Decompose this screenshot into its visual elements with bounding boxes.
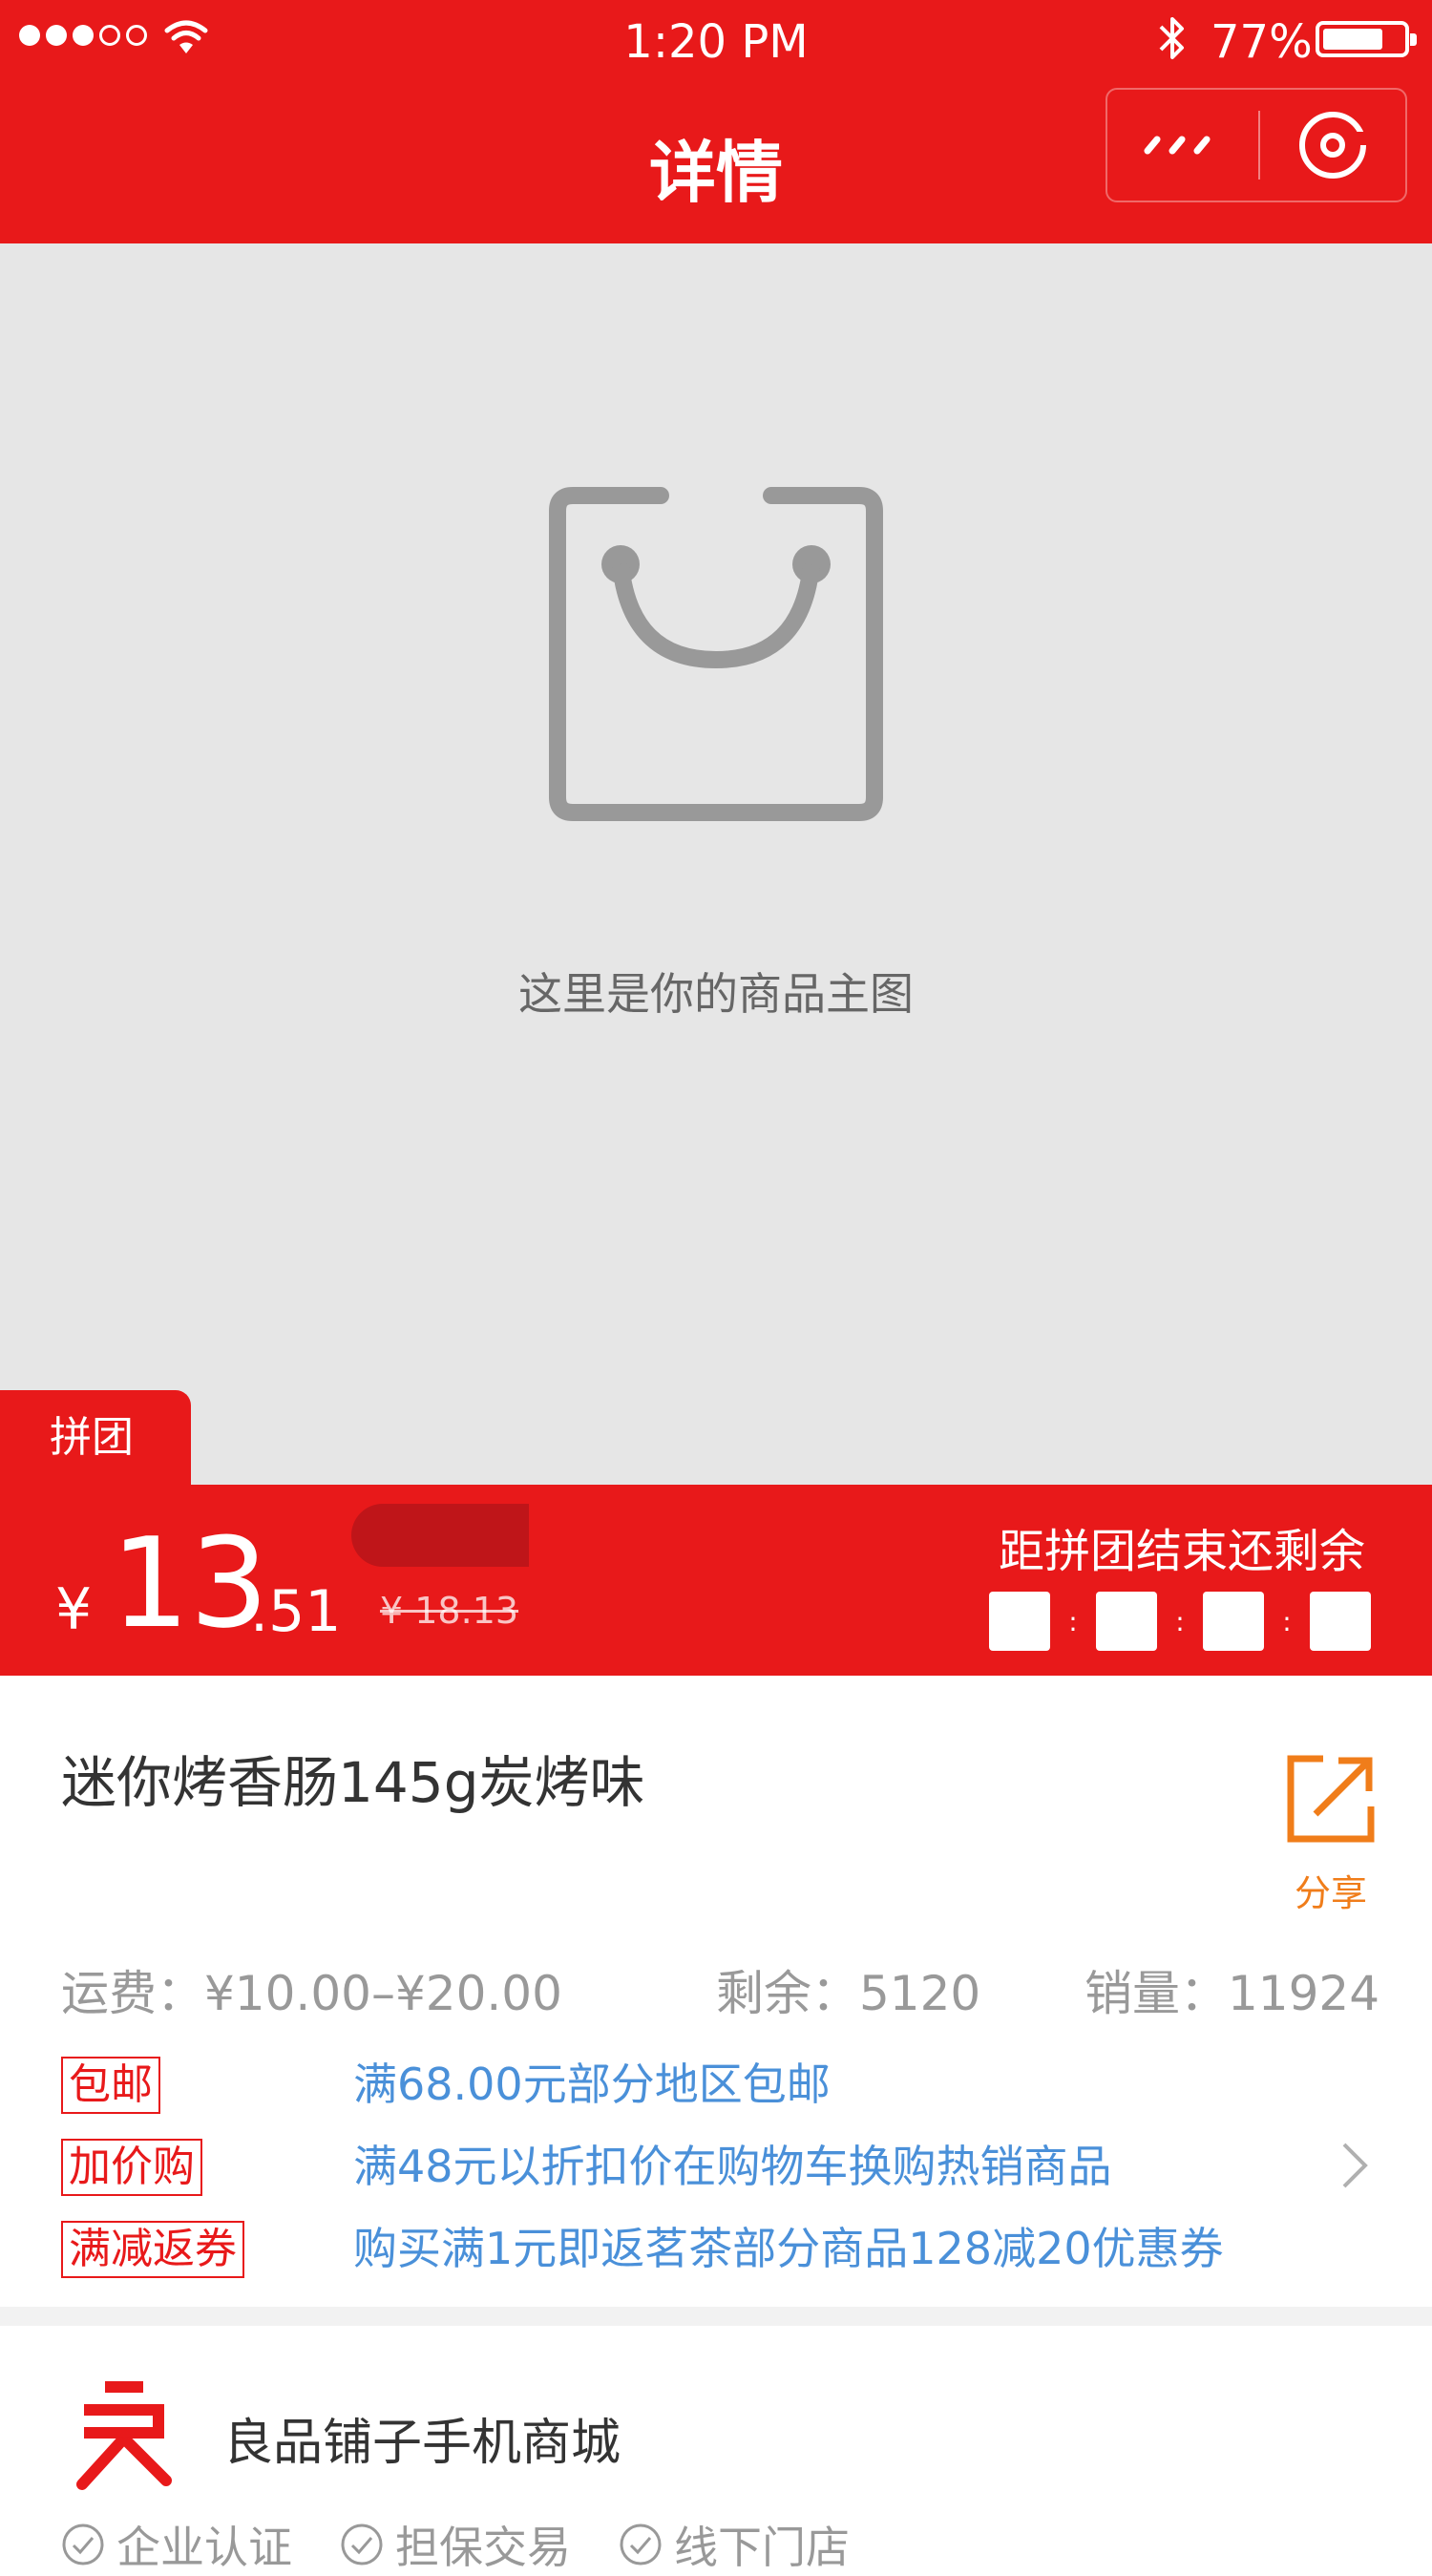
group-buy-tag: 拼团: [0, 1390, 191, 1486]
more-button[interactable]: [1107, 90, 1256, 201]
product-main-image[interactable]: 这里是你的商品主图: [0, 243, 1432, 1485]
shop-badge-label: 企业认证: [116, 2522, 292, 2573]
check-circle-icon: [341, 2523, 383, 2565]
image-placeholder-caption: 这里是你的商品主图: [518, 968, 914, 1020]
promotion-text: 满68.00元部分地区包邮: [353, 2059, 831, 2110]
shop-badge-label: 线下门店: [674, 2522, 850, 2573]
check-circle-icon: [620, 2523, 662, 2565]
promotion-row[interactable]: 加价购 满48元以折扣价在购物车换购热销商品: [0, 2133, 1432, 2200]
promotion-row[interactable]: 包邮 满68.00元部分地区包邮: [0, 2051, 1432, 2118]
bluetooth-icon: [1159, 17, 1184, 59]
shop-name[interactable]: 良品铺子手机商城: [223, 2402, 621, 2474]
close-circle-icon: [1299, 112, 1369, 179]
countdown-separator: :: [1282, 1605, 1292, 1637]
battery-percentage: 77%: [1211, 15, 1313, 69]
share-label: 分享: [1294, 1872, 1367, 1914]
countdown-seconds: [1310, 1592, 1371, 1651]
countdown-separator: :: [1175, 1605, 1185, 1637]
countdown-separator: :: [1068, 1605, 1078, 1637]
promotion-tag: 包邮: [61, 2057, 160, 2114]
discount-badge: [351, 1504, 529, 1567]
shopping-bag-icon: [549, 487, 883, 821]
promotion-tag: 满减返券: [61, 2221, 244, 2278]
promotion-text: 满48元以折扣价在购物车换购热销商品: [353, 2141, 1112, 2192]
share-button[interactable]: 分享: [1275, 1753, 1390, 1915]
product-meta-row: 运费：¥10.00–¥20.00 剩余：5120 销量：11924: [0, 1955, 1432, 2021]
promotion-tag: 加价购: [61, 2139, 202, 2196]
product-title: 迷你烤香肠145g炭烤味: [61, 1750, 645, 1815]
sales-count: 销量：11924: [1085, 1966, 1380, 2021]
close-mini-program-button[interactable]: [1260, 90, 1405, 201]
price-bar: ¥ 13 .51 ¥ 18.13 距拼团结束还剩余 : : :: [0, 1485, 1432, 1676]
price-decimal: .51: [250, 1578, 342, 1645]
app-header: 1:20 PM 77% 详情: [0, 0, 1432, 243]
shop-badge: 担保交易: [340, 2513, 571, 2576]
shop-badge: 企业认证: [61, 2513, 292, 2576]
share-icon: [1287, 1755, 1375, 1843]
countdown-minutes: [1203, 1592, 1264, 1651]
promotion-row[interactable]: 满减返券 购买满1元即返茗茶部分商品128减20优惠券: [0, 2215, 1432, 2282]
shop-badge: 线下门店: [619, 2513, 850, 2576]
check-circle-icon: [62, 2523, 104, 2565]
countdown-days: [989, 1592, 1050, 1651]
shipping-fee: 运费：¥10.00–¥20.00: [61, 1966, 562, 2021]
original-price: ¥ 18.13: [380, 1590, 519, 1632]
countdown-hours: [1096, 1592, 1157, 1651]
more-icon: [1144, 136, 1211, 155]
shop-logo-icon[interactable]: [76, 2377, 172, 2492]
promotion-text: 购买满1元即返茗茶部分商品128减20优惠券: [353, 2223, 1224, 2274]
countdown-timer: : : :: [989, 1592, 1371, 1651]
countdown-label: 距拼团结束还剩余: [998, 1525, 1365, 1578]
shop-badges: 企业认证 担保交易 线下门店: [61, 2513, 850, 2576]
battery-icon: [1316, 21, 1417, 57]
stock-remaining: 剩余：5120: [716, 1966, 981, 2021]
section-divider: [0, 2307, 1432, 2326]
chevron-right-icon[interactable]: [1337, 2137, 1375, 2194]
price-integer: 13: [111, 1510, 269, 1656]
mini-program-capsule: [1106, 88, 1407, 202]
price-currency: ¥: [55, 1576, 93, 1643]
shop-badge-label: 担保交易: [395, 2522, 571, 2573]
